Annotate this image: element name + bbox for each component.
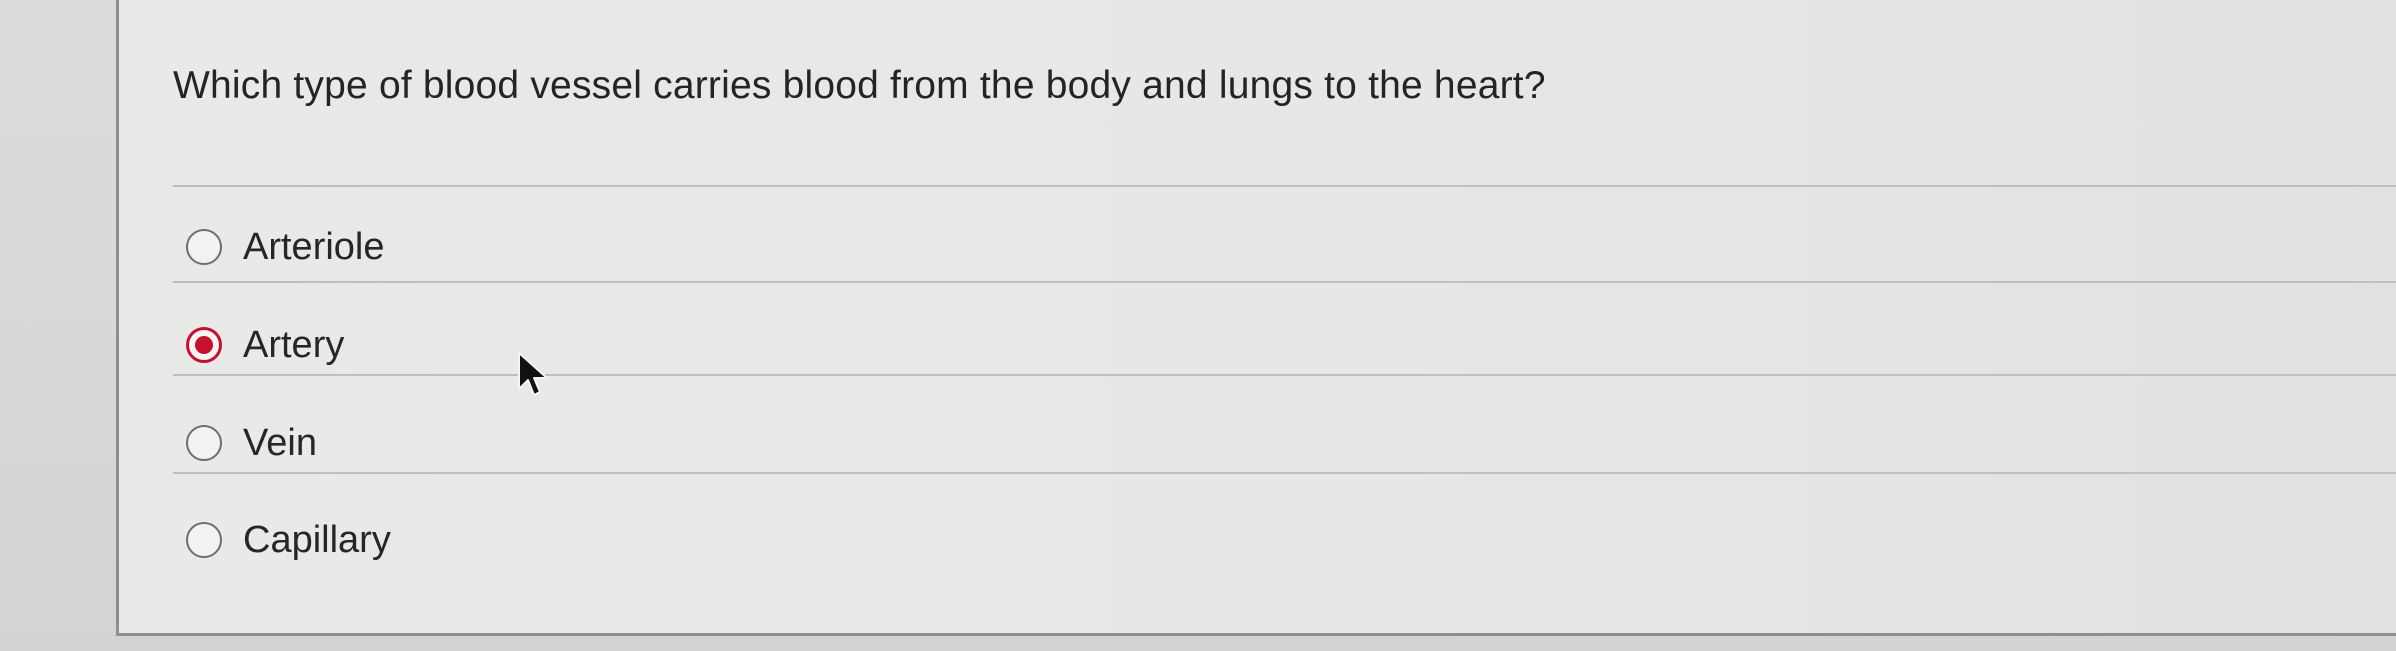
radio-arteriole[interactable] — [186, 229, 222, 265]
option-capillary[interactable]: Capillary — [186, 515, 391, 565]
mouse-pointer-icon — [518, 352, 548, 396]
option-label-vein: Vein — [243, 421, 317, 464]
divider-2 — [173, 374, 2396, 376]
radio-vein[interactable] — [186, 425, 222, 461]
option-arteriole[interactable]: Arteriole — [186, 222, 385, 272]
divider-top — [173, 185, 2396, 187]
option-label-arteriole: Arteriole — [243, 225, 385, 268]
question-text: Which type of blood vessel carries blood… — [173, 64, 1546, 107]
option-artery[interactable]: Artery — [186, 320, 344, 370]
option-label-artery: Artery — [243, 323, 345, 366]
radio-capillary[interactable] — [186, 522, 222, 558]
radio-artery[interactable] — [186, 327, 222, 363]
option-label-capillary: Capillary — [243, 518, 391, 561]
divider-1 — [173, 281, 2396, 283]
option-vein[interactable]: Vein — [186, 418, 317, 468]
divider-3 — [173, 472, 2396, 474]
